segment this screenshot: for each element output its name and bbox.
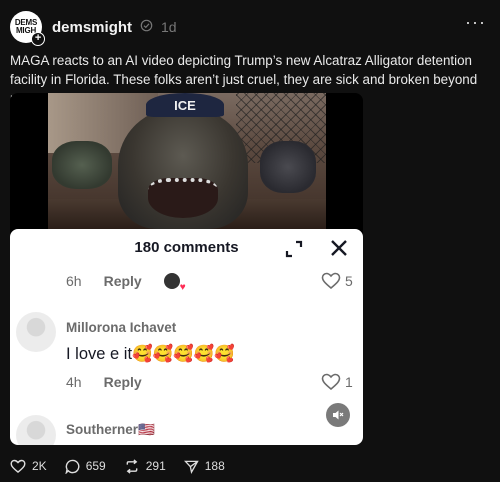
post-time: 1d (161, 19, 177, 35)
like-button[interactable]: 5 (321, 272, 353, 290)
like-count-post: 2K (32, 459, 47, 473)
comment-count-post: 659 (85, 459, 106, 473)
verified-icon (140, 19, 153, 35)
post-header: DEMS MIGH + demsmight 1d ··· (10, 10, 490, 46)
comment-author-2[interactable]: Southerner🇺🇸 (66, 422, 155, 438)
comment-actions-row-2: 4h Reply 1 (66, 372, 363, 392)
avatar[interactable]: DEMS MIGH + (10, 11, 45, 46)
video-frame: ICE (48, 93, 326, 229)
comment-avatar-2[interactable] (16, 415, 56, 445)
reply-button-2[interactable]: Reply (104, 374, 142, 390)
comment-action[interactable]: 659 (65, 459, 106, 474)
username[interactable]: demsmight (52, 19, 132, 36)
like-count: 5 (345, 273, 353, 289)
like-action[interactable]: 2K (10, 459, 47, 474)
creator-liked-avatar: ♥ (163, 273, 186, 293)
share-action[interactable]: 188 (183, 459, 225, 474)
comments-panel: 180 comments 6h Reply ♥ 5 Millorona Icha… (10, 229, 363, 445)
comment-actions-row: 6h Reply ♥ 5 (66, 271, 363, 293)
alligator-right (260, 141, 316, 193)
repost-icon (126, 458, 138, 474)
ice-cap: ICE (146, 93, 224, 117)
follow-plus-icon[interactable]: + (31, 32, 45, 46)
mute-icon[interactable] (326, 403, 350, 427)
comment-time-2: 4h (66, 374, 82, 390)
repost-count-post: 291 (145, 459, 166, 473)
comment-icon (65, 459, 80, 474)
like-count-2: 1 (345, 374, 353, 390)
heart-outline-icon (321, 373, 341, 391)
more-options-icon[interactable]: ··· (465, 12, 486, 33)
heart-icon: ♥ (179, 282, 186, 293)
comment-author[interactable]: Millorona Ichavet (66, 320, 176, 335)
alligator-left (52, 141, 112, 189)
close-icon[interactable] (328, 237, 350, 259)
heart-outline-icon (321, 272, 341, 290)
comment-time: 6h (66, 273, 82, 289)
video-player[interactable]: ICE 180 comments 6h Reply ♥ 5 Millorona … (10, 93, 363, 445)
comment-text: I love e it🥰🥰🥰🥰🥰 (66, 345, 235, 363)
cap-text: ICE (174, 97, 196, 113)
repost-action[interactable]: 291 (124, 458, 166, 474)
share-icon (183, 460, 199, 474)
reply-button[interactable]: Reply (104, 273, 142, 289)
alligator-mouth (148, 178, 218, 218)
post-actions: 2K 659 291 188 (10, 456, 243, 476)
comment-avatar[interactable] (16, 312, 56, 352)
like-button-2[interactable]: 1 (321, 373, 353, 391)
comments-title: 180 comments (134, 239, 239, 256)
expand-icon[interactable] (284, 239, 304, 259)
share-count-post: 188 (204, 459, 225, 473)
heart-icon (10, 459, 26, 473)
